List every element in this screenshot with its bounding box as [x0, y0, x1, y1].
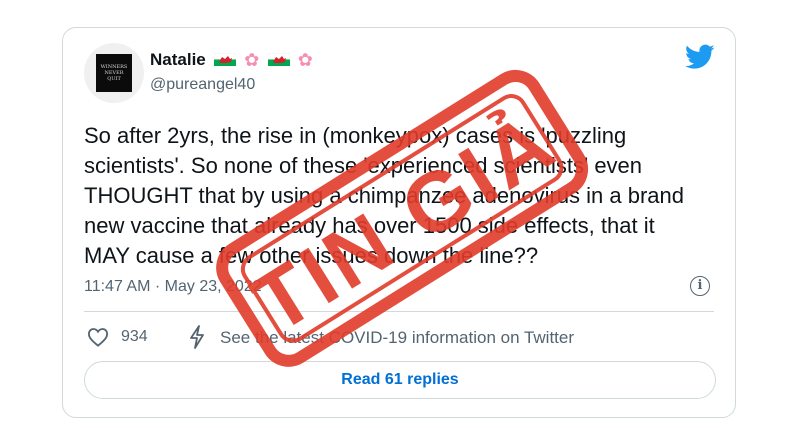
- heart-icon[interactable]: [87, 327, 109, 347]
- tweet-text: So after 2yrs, the rise in (monkeypox) c…: [84, 123, 685, 268]
- read-replies-button[interactable]: Read 61 replies: [84, 361, 716, 399]
- twitter-bird-icon[interactable]: [685, 44, 715, 70]
- meta-separator: ·: [154, 278, 165, 295]
- blossom-icon: ✿: [244, 50, 260, 70]
- tweet-card: WINNERS NEVER QUIT Natalie ✿ ✿ @pureange…: [62, 27, 736, 418]
- author-handle[interactable]: @pureangel40: [150, 76, 255, 94]
- tweet-time[interactable]: 11:47 AM: [84, 278, 150, 295]
- wales-flag-icon: [268, 53, 291, 66]
- avatar-text: WINNERS NEVER QUIT: [100, 64, 128, 82]
- divider: [84, 311, 714, 312]
- blossom-icon: ✿: [297, 50, 313, 70]
- tweet-timestamp[interactable]: 11:47 AM · May 23, 2022: [84, 278, 262, 296]
- author-name[interactable]: Natalie: [150, 50, 206, 69]
- info-icon[interactable]: i: [690, 276, 710, 296]
- wales-flag-icon: [214, 53, 237, 66]
- covid-info-link[interactable]: See the latest COVID-19 information on T…: [220, 328, 574, 348]
- author-name-row[interactable]: Natalie ✿ ✿: [150, 50, 313, 71]
- avatar-image: WINNERS NEVER QUIT: [96, 54, 132, 92]
- like-count[interactable]: 934: [121, 328, 148, 346]
- avatar[interactable]: WINNERS NEVER QUIT: [84, 43, 144, 103]
- tweet-date[interactable]: May 23, 2022: [165, 278, 262, 295]
- lightning-icon: [190, 325, 204, 349]
